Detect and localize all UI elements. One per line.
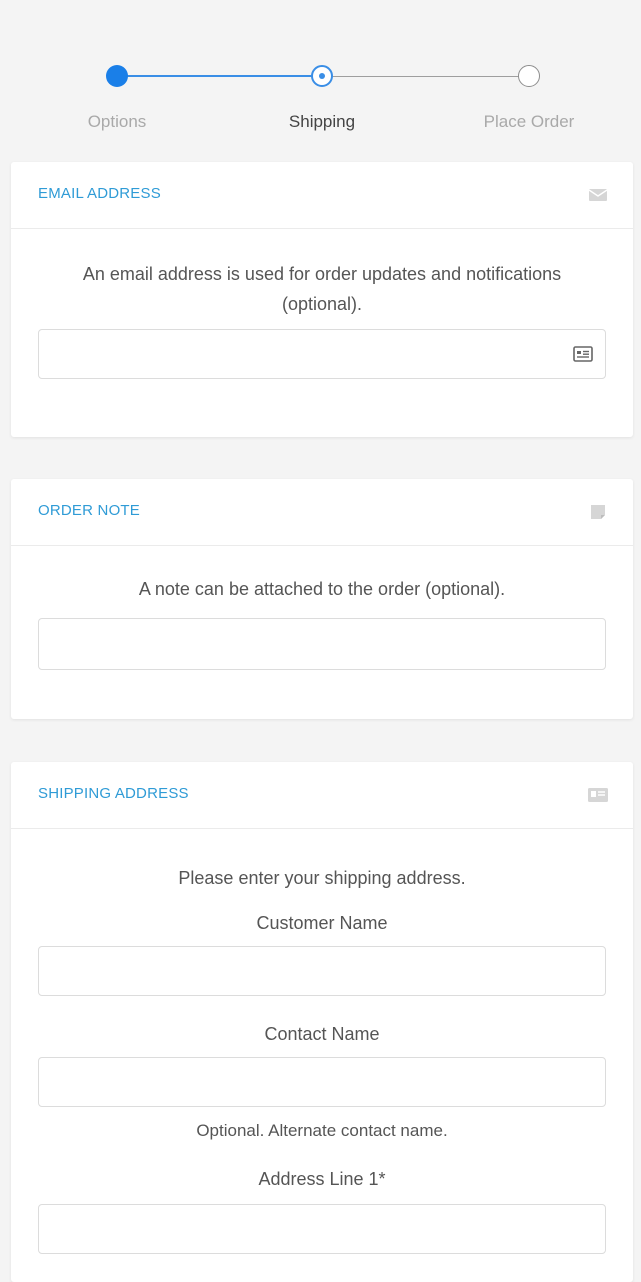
- shipping-address-card: SHIPPING ADDRESS Please enter your shipp…: [11, 762, 633, 1282]
- address-card-icon: [573, 346, 593, 362]
- step-shipping-label: Shipping: [288, 112, 356, 131]
- shipping-card-header: SHIPPING ADDRESS: [11, 762, 633, 829]
- address-line-1-field[interactable]: [38, 1204, 606, 1254]
- step-shipping-dot: [311, 65, 333, 87]
- note-card-description: A note can be attached to the order (opt…: [138, 579, 506, 599]
- contact-name-field[interactable]: [38, 1057, 606, 1107]
- id-card-icon: [588, 788, 608, 802]
- note-card-title: ORDER NOTE: [38, 502, 141, 519]
- contact-name-label: Contact Name: [264, 1024, 380, 1044]
- order-note-card: ORDER NOTE A note can be attached to the…: [11, 479, 633, 719]
- email-address-card: EMAIL ADDRESS An email address is used f…: [11, 162, 633, 437]
- email-card-title: EMAIL ADDRESS: [38, 185, 161, 202]
- note-card-header: ORDER NOTE: [11, 479, 633, 546]
- stepper-line-pending: [322, 76, 528, 77]
- stepper-line-completed: [117, 75, 322, 77]
- shipping-card-title: SHIPPING ADDRESS: [38, 785, 189, 802]
- address-line-1-label: Address Line 1*: [258, 1169, 386, 1189]
- email-card-header: EMAIL ADDRESS: [11, 162, 633, 229]
- step-place-order-label: Place Order: [483, 112, 575, 131]
- email-field[interactable]: [38, 329, 606, 379]
- shipping-card-description: Please enter your shipping address.: [178, 868, 466, 888]
- contact-name-input[interactable]: [39, 1058, 583, 1104]
- address-line-1-input[interactable]: [39, 1205, 583, 1251]
- sticky-note-icon: [591, 505, 605, 519]
- step-place-order-dot: [518, 65, 540, 87]
- order-note-field[interactable]: [38, 618, 606, 670]
- checkout-stepper: Options Shipping Place Order: [0, 0, 641, 150]
- order-note-input[interactable]: [39, 619, 583, 665]
- contact-name-help-text: Optional. Alternate contact name.: [196, 1121, 448, 1140]
- step-options-label[interactable]: Options: [37, 112, 197, 132]
- customer-name-field[interactable]: [38, 946, 606, 996]
- email-input[interactable]: [39, 330, 583, 376]
- step-options-dot[interactable]: [106, 65, 128, 87]
- customer-name-label: Customer Name: [256, 913, 388, 933]
- customer-name-input[interactable]: [39, 947, 583, 993]
- envelope-icon: [588, 189, 608, 201]
- email-card-description: An email address is used for order updat…: [82, 264, 562, 314]
